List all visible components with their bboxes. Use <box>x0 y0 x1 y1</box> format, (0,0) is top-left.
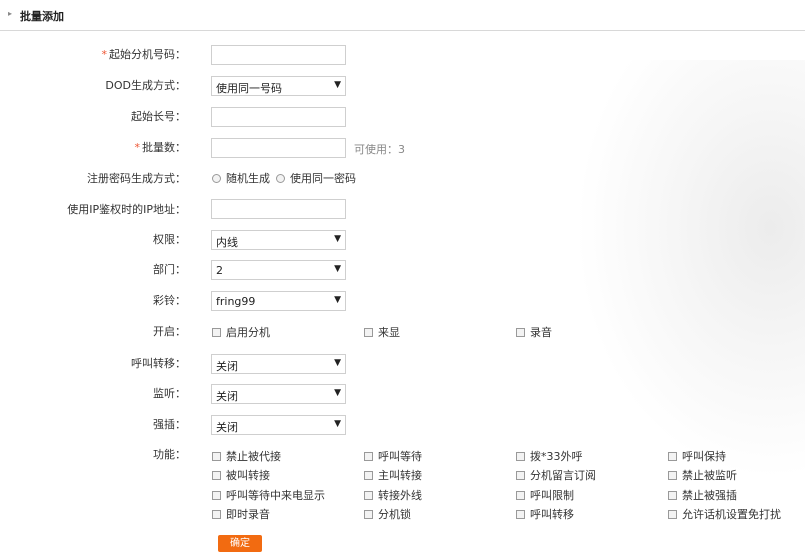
page-title: 批量添加 <box>20 10 64 23</box>
dropdown-arrow-icon: ▼ <box>334 388 341 398</box>
panel-header: ▸ 批量添加 <box>0 0 805 31</box>
permission-select[interactable]: 内线 ▼ <box>211 230 346 250</box>
checkbox-function[interactable] <box>212 510 221 519</box>
call-forward-select[interactable]: 关闭 ▼ <box>211 354 346 374</box>
checkbox-function[interactable] <box>516 491 525 500</box>
dropdown-arrow-icon: ▼ <box>334 234 341 244</box>
function-label: 呼叫等待 <box>378 450 422 463</box>
collapse-arrow-icon[interactable]: ▸ <box>8 9 12 18</box>
function-label: 禁止被强插 <box>682 489 737 502</box>
checkbox-function[interactable] <box>364 491 373 500</box>
ringtone-select[interactable]: fring99 ▼ <box>211 291 346 311</box>
radio-random-label: 随机生成 <box>226 172 270 185</box>
checkbox-function[interactable] <box>212 452 221 461</box>
dropdown-arrow-icon: ▼ <box>334 358 341 368</box>
barge-value: 关闭 <box>216 421 238 434</box>
permission-value: 内线 <box>216 236 238 249</box>
required-marker: * <box>101 48 108 61</box>
function-label: 禁止被代接 <box>226 450 281 463</box>
function-label: 呼叫转移 <box>530 508 574 521</box>
call-forward-value: 关闭 <box>216 360 238 373</box>
function-label: 主叫转接 <box>378 469 422 482</box>
function-label: 禁止被监听 <box>682 469 737 482</box>
function-label: 允许话机设置免打扰 <box>682 508 781 521</box>
checkbox-function[interactable] <box>668 452 677 461</box>
checkbox-caller-id[interactable] <box>364 328 373 337</box>
batch-count-input[interactable] <box>211 138 346 158</box>
batch-count-label: * 批量数： <box>134 141 187 154</box>
enable-label: 开启： <box>153 325 186 338</box>
function-label: 分机留言订阅 <box>530 469 596 482</box>
checkbox-function[interactable] <box>668 471 677 480</box>
dept-value: 2 <box>216 264 223 277</box>
monitor-select[interactable]: 关闭 ▼ <box>211 384 346 404</box>
checkbox-function[interactable] <box>364 510 373 519</box>
dept-label: 部门： <box>153 263 186 276</box>
confirm-button[interactable]: 确定 <box>218 535 262 552</box>
function-label: 呼叫等待中来电显示 <box>226 489 325 502</box>
start-ext-label: * 起始分机号码： <box>101 48 187 61</box>
checkbox-recording-label: 录音 <box>530 326 552 339</box>
function-label: 分机锁 <box>378 508 411 521</box>
background-decoration <box>575 60 805 480</box>
start-long-input[interactable] <box>211 107 346 127</box>
dropdown-arrow-icon: ▼ <box>334 80 341 90</box>
checkbox-function[interactable] <box>212 471 221 480</box>
checkbox-caller-id-label: 来显 <box>378 326 400 339</box>
checkbox-function[interactable] <box>212 491 221 500</box>
function-label: 转接外线 <box>378 489 422 502</box>
checkbox-function[interactable] <box>668 491 677 500</box>
barge-select[interactable]: 关闭 ▼ <box>211 415 346 435</box>
checkbox-enable-ext-label: 启用分机 <box>226 326 270 339</box>
function-label: 呼叫保持 <box>682 450 726 463</box>
checkbox-enable-ext[interactable] <box>212 328 221 337</box>
function-label: 被叫转接 <box>226 469 270 482</box>
checkbox-function[interactable] <box>516 452 525 461</box>
functions-label: 功能： <box>153 448 186 461</box>
start-ext-input[interactable] <box>211 45 346 65</box>
radio-random[interactable] <box>212 174 221 183</box>
barge-label: 强插： <box>153 418 186 431</box>
checkbox-function[interactable] <box>516 471 525 480</box>
dept-select[interactable]: 2 ▼ <box>211 260 346 280</box>
dropdown-arrow-icon: ▼ <box>334 264 341 274</box>
pwd-mode-label: 注册密码生成方式： <box>87 172 186 185</box>
start-long-label: 起始长号： <box>131 110 186 123</box>
dropdown-arrow-icon: ▼ <box>334 419 341 429</box>
checkbox-function[interactable] <box>668 510 677 519</box>
ip-auth-input[interactable] <box>211 199 346 219</box>
checkbox-recording[interactable] <box>516 328 525 337</box>
checkbox-function[interactable] <box>516 510 525 519</box>
function-label: 呼叫限制 <box>530 489 574 502</box>
required-marker: * <box>134 141 141 154</box>
function-label: 拨*33外呼 <box>530 450 583 463</box>
ip-auth-label: 使用IP鉴权时的IP地址： <box>67 203 186 216</box>
dropdown-arrow-icon: ▼ <box>334 295 341 305</box>
radio-same-pwd[interactable] <box>276 174 285 183</box>
dod-mode-select[interactable]: 使用同一号码 ▼ <box>211 76 346 96</box>
function-label: 即时录音 <box>226 508 270 521</box>
monitor-value: 关闭 <box>216 390 238 403</box>
radio-same-pwd-label: 使用同一密码 <box>290 172 356 185</box>
dod-mode-value: 使用同一号码 <box>216 82 282 95</box>
monitor-label: 监听： <box>153 387 186 400</box>
batch-count-hint: 可使用：3 <box>354 143 405 156</box>
dod-mode-label: DOD生成方式： <box>105 79 186 92</box>
checkbox-function[interactable] <box>364 471 373 480</box>
ringtone-value: fring99 <box>216 295 256 308</box>
permission-label: 权限： <box>153 233 186 246</box>
ringtone-label: 彩铃： <box>153 294 186 307</box>
checkbox-function[interactable] <box>364 452 373 461</box>
call-forward-label: 呼叫转移： <box>131 357 186 370</box>
